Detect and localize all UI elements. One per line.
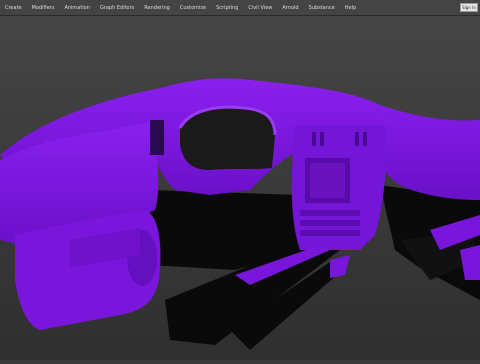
menu-substance[interactable]: Substance bbox=[304, 0, 340, 16]
main-menu: Create Modifiers Animation Graph Editors… bbox=[0, 0, 361, 16]
menu-civil-view[interactable]: Civil View bbox=[243, 0, 277, 16]
viewport-canvas[interactable] bbox=[0, 16, 480, 360]
sign-in-button[interactable]: Sign In bbox=[460, 3, 478, 12]
menu-animation[interactable]: Animation bbox=[59, 0, 95, 16]
menu-create[interactable]: Create bbox=[0, 0, 27, 16]
menu-customize[interactable]: Customize bbox=[175, 0, 211, 16]
3d-viewport[interactable] bbox=[0, 16, 480, 360]
menu-scripting[interactable]: Scripting bbox=[211, 0, 243, 16]
menu-graph-editors[interactable]: Graph Editors bbox=[95, 0, 139, 16]
menu-rendering[interactable]: Rendering bbox=[139, 0, 175, 16]
menu-help[interactable]: Help bbox=[340, 0, 361, 16]
menu-modifiers[interactable]: Modifiers bbox=[27, 0, 60, 16]
menu-bar: Create Modifiers Animation Graph Editors… bbox=[0, 0, 480, 16]
menu-arnold[interactable]: Arnold bbox=[277, 0, 303, 16]
